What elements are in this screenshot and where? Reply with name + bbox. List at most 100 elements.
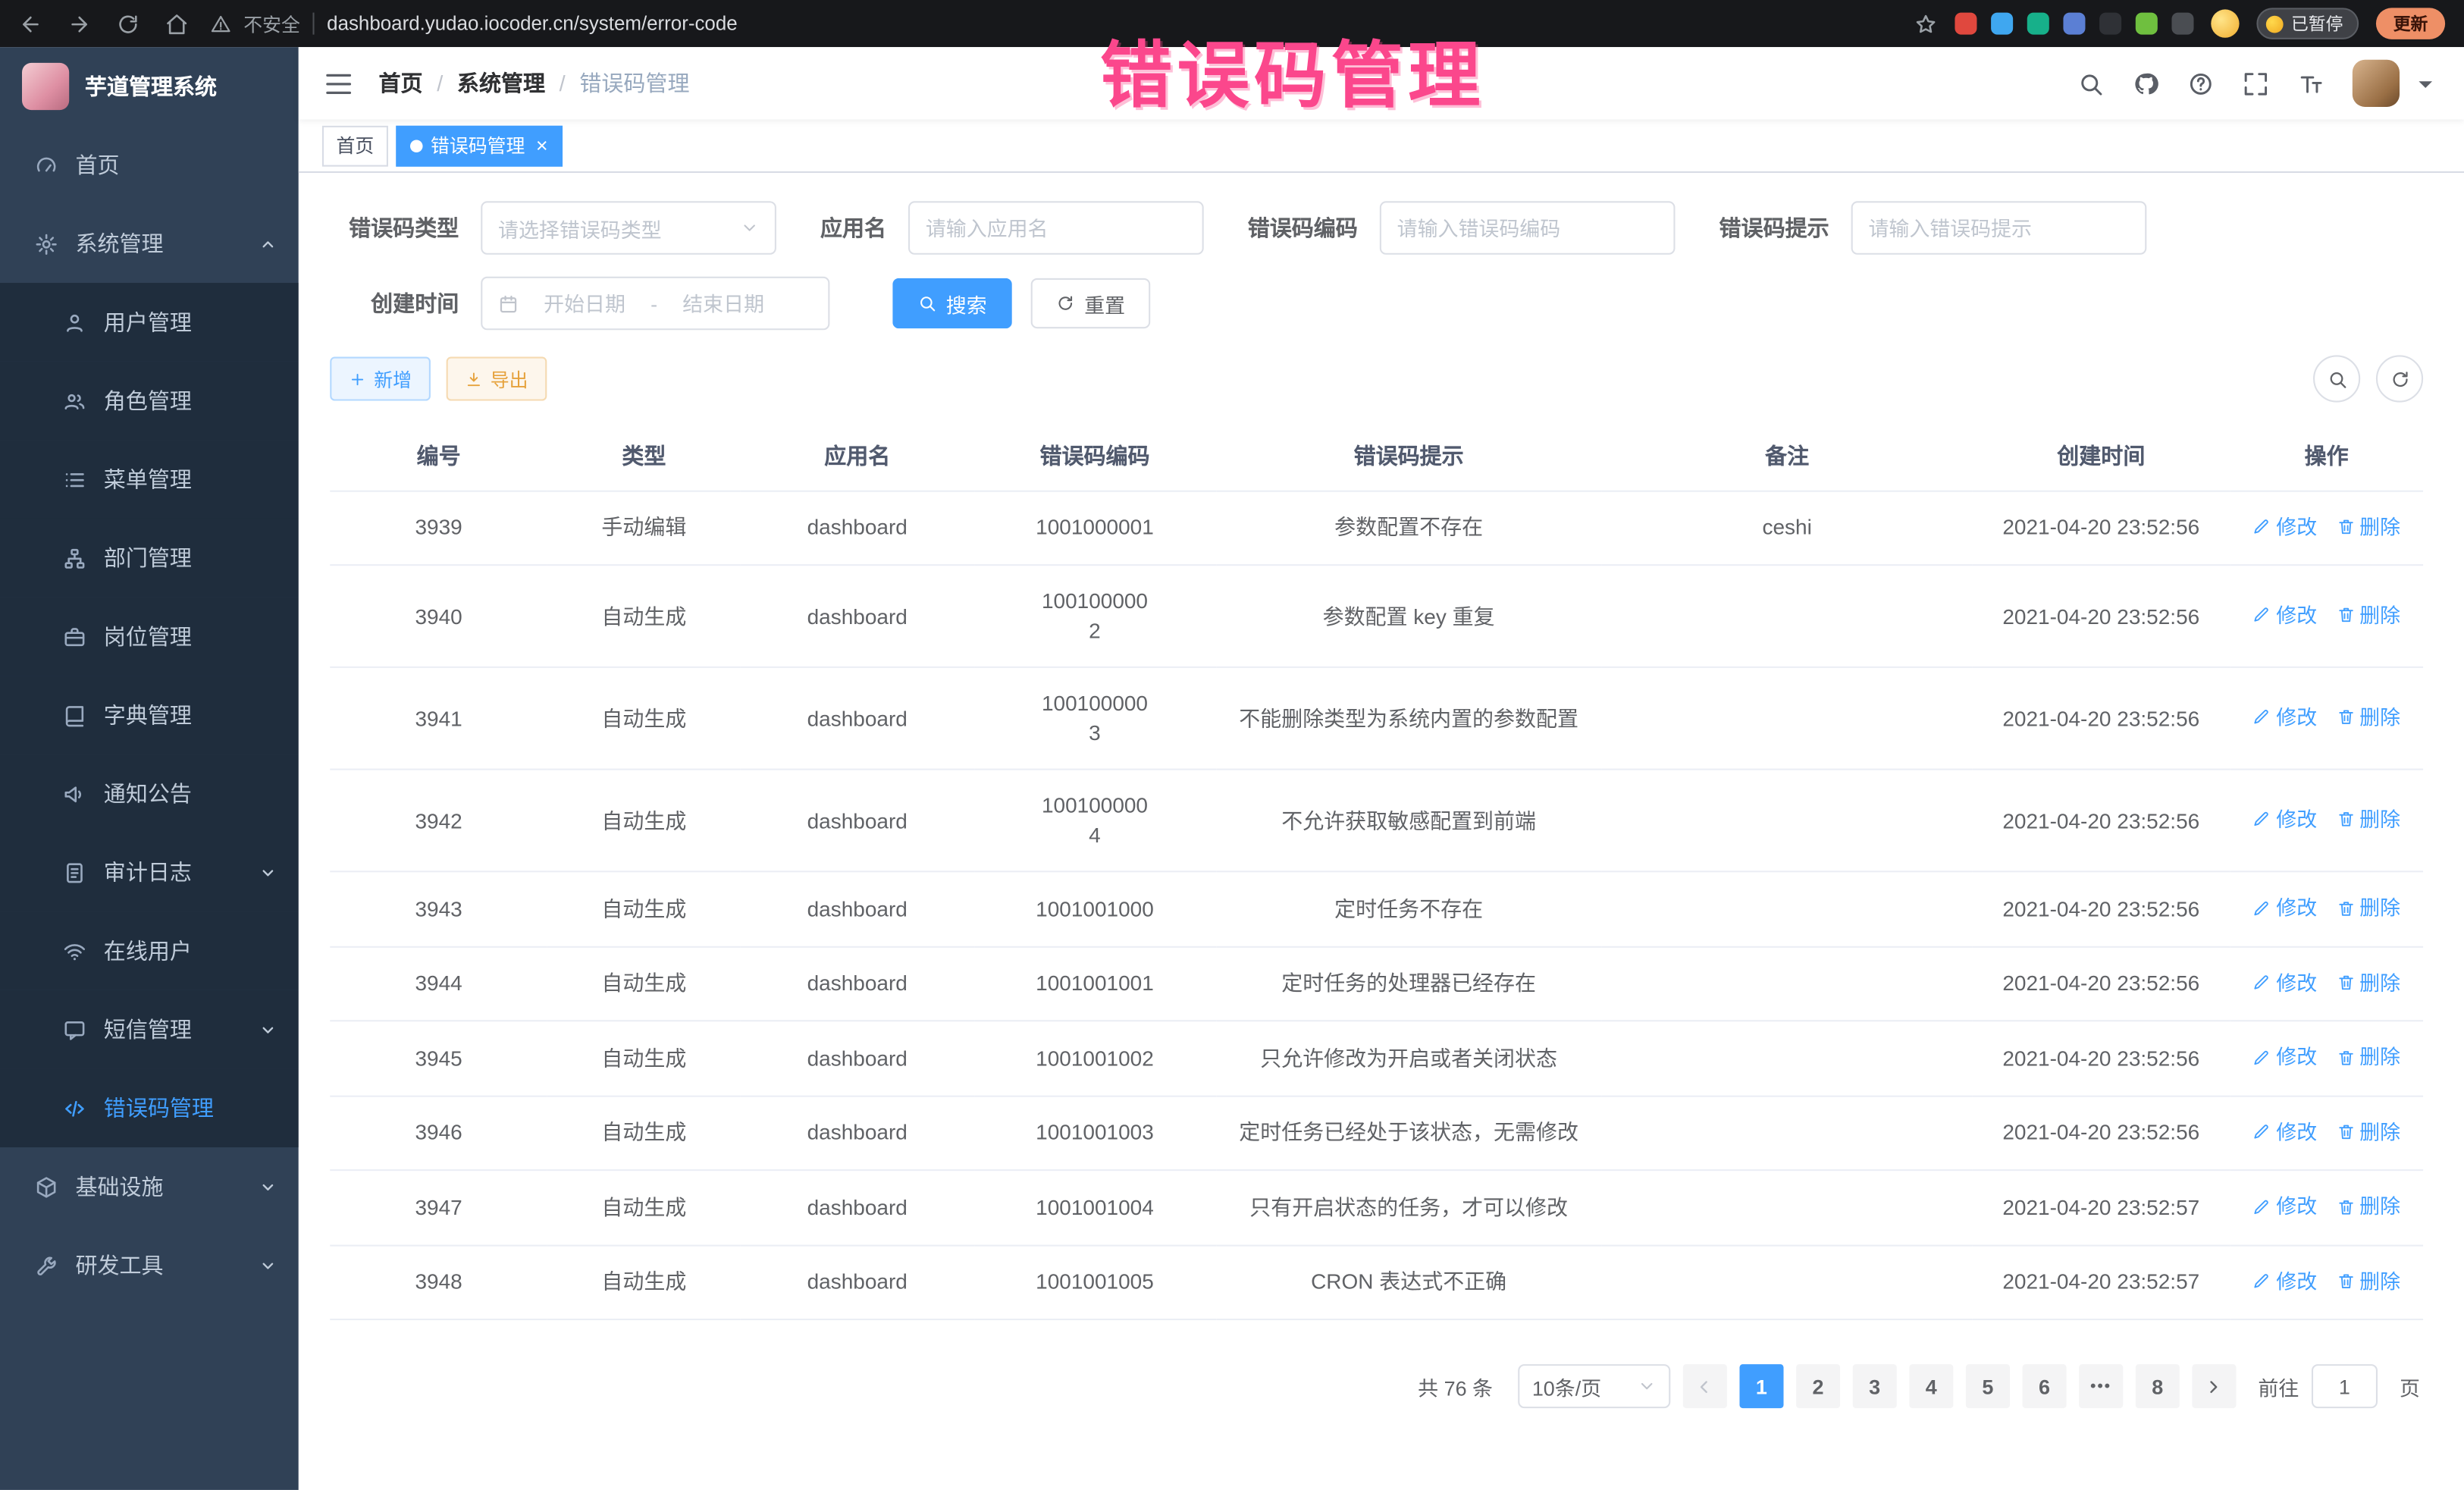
delete-link[interactable]: 删除 [2336, 968, 2400, 997]
cell-code: 1001000001 [974, 491, 1216, 565]
page-button-1[interactable]: 1 [1739, 1364, 1783, 1408]
edit-link[interactable]: 修改 [2252, 805, 2317, 834]
delete-link-label: 删除 [2359, 892, 2400, 922]
sidebar-item-menu[interactable]: 菜单管理 [0, 440, 299, 519]
sidebar-item-dict[interactable]: 字典管理 [0, 676, 299, 754]
next-page-button[interactable] [2192, 1364, 2236, 1408]
sidebar-item-online-user[interactable]: 在线用户 [0, 911, 299, 990]
bookmark-star-icon[interactable] [1914, 12, 1938, 36]
edit-link[interactable]: 修改 [2252, 1117, 2317, 1147]
more-pages-button[interactable]: ••• [2079, 1364, 2123, 1408]
delete-link[interactable]: 删除 [2336, 892, 2400, 922]
red-record-ext-icon[interactable] [1955, 13, 1977, 35]
toggle-search-button[interactable] [2313, 355, 2360, 402]
page-button-2[interactable]: 2 [1796, 1364, 1840, 1408]
breadcrumb-home[interactable]: 首页 [379, 67, 423, 99]
forward-icon[interactable] [67, 12, 91, 36]
delete-link[interactable]: 删除 [2336, 512, 2400, 541]
grid-ext-icon[interactable] [2063, 13, 2085, 35]
delete-link[interactable]: 删除 [2336, 1117, 2400, 1147]
dark-tab-ext-icon[interactable] [2099, 13, 2121, 35]
prev-page-button[interactable] [1683, 1364, 1727, 1408]
sidebar-item-role[interactable]: 角色管理 [0, 362, 299, 441]
tag-home[interactable]: 首页 [322, 125, 388, 166]
sidebar-item-audit-log[interactable]: 审计日志 [0, 833, 299, 912]
export-button[interactable]: 导出 [447, 357, 547, 401]
search-button[interactable]: 搜索 [892, 278, 1012, 328]
end-date-input[interactable] [667, 291, 780, 315]
page-button-4[interactable]: 4 [1909, 1364, 1953, 1408]
paused-badge[interactable]: 已暂停 [2256, 8, 2359, 39]
browser-update-button[interactable]: 更新 [2376, 8, 2445, 39]
green-badge-ext-icon[interactable] [2027, 13, 2049, 35]
sidebar-item-notice[interactable]: 通知公告 [0, 754, 299, 833]
page-button-5[interactable]: 5 [1966, 1364, 2010, 1408]
github-icon[interactable] [2133, 70, 2159, 96]
page-button-6[interactable]: 6 [2023, 1364, 2067, 1408]
browser-profile-avatar[interactable] [2211, 9, 2239, 37]
reset-button[interactable]: 重置 [1031, 278, 1151, 328]
reload-icon[interactable] [116, 12, 140, 36]
tag-error-code[interactable]: 错误码管理 × [396, 125, 562, 166]
delete-link[interactable]: 删除 [2336, 702, 2400, 732]
tag-close-icon[interactable]: × [536, 135, 548, 155]
edit-link[interactable]: 修改 [2252, 1042, 2317, 1071]
puzzle-ext-icon[interactable] [2171, 13, 2193, 35]
hamburger-icon[interactable] [324, 68, 353, 98]
sidebar-item-home[interactable]: 首页 [0, 126, 299, 205]
sidebar-item-post[interactable]: 岗位管理 [0, 598, 299, 676]
edit-link[interactable]: 修改 [2252, 600, 2317, 629]
sidebar-item-sms[interactable]: 短信管理 [0, 990, 299, 1069]
search-icon[interactable] [2077, 70, 2104, 96]
edit-link[interactable]: 修改 [2252, 892, 2317, 922]
menu-icon [63, 468, 86, 491]
sidebar-item-dev-tools[interactable]: 研发工具 [0, 1226, 299, 1305]
page-button-8[interactable]: 8 [2136, 1364, 2180, 1408]
cell-hint: 参数配置不存在 [1215, 491, 1602, 565]
user-avatar[interactable] [2353, 60, 2400, 107]
delete-link[interactable]: 删除 [2336, 805, 2400, 834]
breadcrumb-system[interactable]: 系统管理 [457, 67, 545, 99]
sidebar-item-user[interactable]: 用户管理 [0, 283, 299, 362]
sidebar-item-system[interactable]: 系统管理 [0, 204, 299, 283]
page-button-3[interactable]: 3 [1853, 1364, 1897, 1408]
error-hint-input[interactable] [1868, 216, 2129, 240]
sidebar-logo[interactable]: 芋道管理系统 [0, 47, 299, 126]
active-tag-dot [410, 139, 423, 152]
address-bar[interactable]: 不安全 dashboard.yudao.iocoder.cn/system/er… [211, 10, 1892, 36]
sidebar-item-infra[interactable]: 基础设施 [0, 1147, 299, 1226]
error-code-input[interactable] [1397, 216, 1658, 240]
fullscreen-icon[interactable] [2243, 70, 2269, 96]
blue-drop-ext-icon[interactable] [1991, 13, 2013, 35]
book-icon [63, 704, 86, 727]
font-size-icon[interactable] [2297, 70, 2324, 96]
edit-link[interactable]: 修改 [2252, 968, 2317, 997]
date-range-picker[interactable]: - [481, 277, 829, 330]
edit-link[interactable]: 修改 [2252, 1266, 2317, 1296]
cell-id: 3943 [330, 871, 547, 946]
edit-link[interactable]: 修改 [2252, 1191, 2317, 1221]
start-date-input[interactable] [528, 291, 641, 315]
back-icon[interactable] [19, 12, 42, 36]
filter-label-error-type: 错误码类型 [330, 212, 459, 243]
delete-link[interactable]: 删除 [2336, 1042, 2400, 1071]
help-icon[interactable] [2187, 70, 2214, 96]
app-name-input[interactable] [926, 216, 1187, 240]
delete-link[interactable]: 删除 [2336, 600, 2400, 629]
sidebar-item-dept[interactable]: 部门管理 [0, 519, 299, 598]
add-button[interactable]: 新增 [330, 357, 431, 401]
cell-operations: 修改删除 [2230, 770, 2423, 872]
sidebar-item-error-code[interactable]: 错误码管理 [0, 1068, 299, 1147]
edit-link[interactable]: 修改 [2252, 512, 2317, 541]
edit-link[interactable]: 修改 [2252, 702, 2317, 732]
home-icon[interactable] [165, 12, 189, 36]
delete-link[interactable]: 删除 [2336, 1191, 2400, 1221]
leaf-ext-icon[interactable] [2136, 13, 2158, 35]
page-size-select[interactable]: 10条/页 [1518, 1364, 1670, 1408]
goto-page-input[interactable] [2312, 1364, 2378, 1408]
error-type-select[interactable]: 请选择错误码类型 [481, 201, 776, 254]
cell-hint: 只有开启状态的任务，才可以修改 [1215, 1170, 1602, 1244]
refresh-table-button[interactable] [2376, 355, 2423, 402]
delete-link[interactable]: 删除 [2336, 1266, 2400, 1296]
avatar-caret-down-icon[interactable] [2412, 70, 2439, 96]
